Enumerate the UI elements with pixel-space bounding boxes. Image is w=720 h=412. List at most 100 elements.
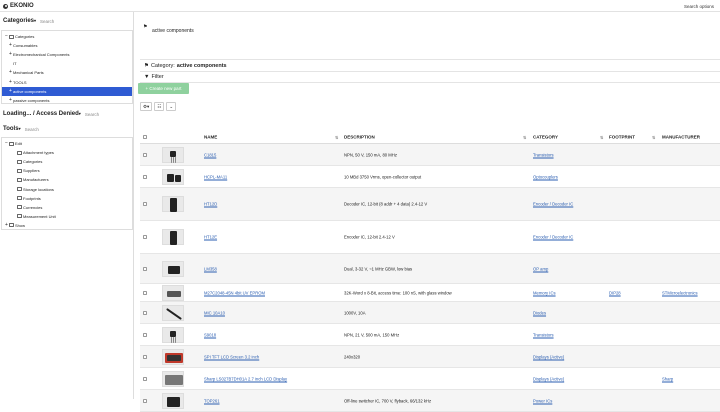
part-category-link[interactable]: Displays (Active) [533,354,564,359]
part-name-link[interactable]: C1815 [204,152,216,157]
part-thumbnail[interactable] [162,348,184,365]
table-row[interactable]: S9018 NPN, 21 V, 500 mA, 150 MHz Transisto… [140,324,720,346]
row-checkbox[interactable] [143,354,147,359]
row-checkbox[interactable] [143,266,147,271]
tree-item[interactable]: + TOOLS [2,78,132,87]
search-options-button[interactable]: Search options [684,4,714,9]
tree-item[interactable]: − Edit [2,139,132,148]
part-thumbnail[interactable] [162,304,184,321]
sort-icon[interactable]: ⇅ [600,135,603,140]
table-row[interactable]: HCPL-MA11 10 MBd 3750 Vrms, open-collecto… [140,166,720,188]
tree-item[interactable]: Measurement Unit [2,212,132,221]
row-checkbox[interactable] [143,376,147,381]
sort-icon[interactable]: ⇅ [652,135,655,140]
tree-item[interactable]: + Mechanical Parts [2,68,132,77]
tree-item[interactable]: Attachment types [2,148,132,157]
columns-dropdown[interactable]: ☷ [154,102,165,111]
part-name-link[interactable]: MIC 10A10 [204,310,225,315]
column-header-description[interactable]: DESCRIPTION [344,134,375,139]
part-category-link[interactable]: OP amp [533,266,548,271]
tree-item[interactable]: Currencies [2,203,132,212]
column-header-footprint[interactable]: FOOTPRINT [609,134,635,139]
part-footprint-link[interactable]: DIP28 [609,290,621,295]
part-thumbnail[interactable] [162,260,184,277]
tree-item[interactable]: Footprints [2,194,132,203]
page-size-dropdown[interactable]: ⌄ [166,102,177,111]
column-header-name[interactable]: NAME [204,134,217,139]
part-manufacturer-link[interactable]: STMicroelectronics [662,290,698,295]
part-category-link[interactable]: Encoder / Decoder IC [533,202,573,207]
tree-item[interactable]: + Consumables [2,41,132,50]
row-checkbox[interactable] [143,310,147,315]
tree-item[interactable]: + Show [2,221,132,230]
table-row[interactable]: SPI TFT LCD Screen 3.2 inch 240x320 Displa… [140,346,720,368]
select-all-checkbox[interactable] [143,134,147,139]
row-checkbox[interactable] [143,202,147,206]
part-name-link[interactable]: HT12E [204,235,217,240]
tree-item-label: Footprints [23,195,41,201]
table-row[interactable]: TOP261 Off-line switcher IC, 700 V, flyba… [140,390,720,412]
categories-dropdown[interactable]: Categories▾ [3,18,36,24]
part-thumbnail[interactable] [162,326,184,343]
table-row[interactable]: HT12E Encoder IC, 12-bit 2.4-12 V Encoder … [140,221,720,254]
part-name-link[interactable]: S9018 [204,332,216,337]
tree-item[interactable]: + active components [2,86,132,96]
part-category-link[interactable]: Transistors [533,332,554,337]
table-row[interactable]: M27C2048-45N 4bit UV EPROM 32K-Word x 8-B… [140,284,720,302]
part-thumbnail[interactable] [162,229,184,245]
tools-dropdown[interactable]: Tools▾ [3,126,21,132]
tree-item[interactable]: Categories [2,157,132,166]
part-manufacturer-link[interactable]: Sharp [662,376,673,381]
row-checkbox[interactable] [143,152,147,157]
filter-toggle[interactable]: ▼ Filter [140,71,720,83]
tree-item[interactable]: Storage locations [2,185,132,194]
part-name-link[interactable]: M27C2048-45N 4bit UV EPROM [204,290,265,295]
tree-item[interactable]: Suppliers [2,166,132,175]
part-name-link[interactable]: Sharp LS027B7DH01A 2.7 inch LCD Display [204,376,287,381]
part-category-link[interactable]: Encoder / Decoder IC [533,235,573,240]
part-thumbnail[interactable] [162,392,184,409]
tree-item[interactable]: − Categories [2,32,132,41]
part-category-link[interactable]: Displays (Active) [533,376,564,381]
tree-item-label: Suppliers [23,168,40,174]
part-thumbnail[interactable] [162,370,184,387]
row-checkbox[interactable] [143,332,147,337]
tools-search-input[interactable]: Search [25,127,39,132]
brand[interactable]: EKONIO [3,3,34,9]
part-category-link[interactable]: Diodes [533,310,546,315]
column-header-manufacturer[interactable]: MANUFACTURER [662,134,700,139]
row-checkbox[interactable] [143,235,147,239]
part-name-link[interactable]: LM358 [204,266,217,271]
column-header-category[interactable]: CATEGORY [533,134,558,139]
sort-icon[interactable]: ⇅ [523,135,526,140]
tree-item[interactable]: Manufacturers [2,175,132,184]
part-thumbnail[interactable] [162,284,184,301]
part-thumbnail[interactable] [162,146,184,163]
table-row[interactable]: HT12D Decoder IC, 12-bit (8 addr + 4 data… [140,188,720,221]
part-name-link[interactable]: SPI TFT LCD Screen 3.2 inch [204,354,259,359]
chevron-down-icon: ⌄ [169,103,174,109]
actions-dropdown[interactable]: ⚙ ▾ [140,102,153,111]
create-new-part-button[interactable]: + Create new part [138,83,189,94]
row-checkbox[interactable] [143,290,147,295]
loading-search-input[interactable]: Search [85,112,99,117]
part-thumbnail[interactable] [162,196,184,212]
table-row[interactable]: MIC 10A10 1000V, 10A Diodes [140,302,720,324]
loading-dropdown[interactable]: Loading... / Access Denied▾ [3,111,81,117]
tree-item[interactable]: + Electromechanical Components [2,50,132,59]
part-category-link[interactable]: Transistors [533,152,554,157]
tree-item[interactable]: IT [2,59,132,68]
part-category-link[interactable]: Optocouplers [533,174,558,179]
categories-search-input[interactable]: Search [40,19,54,24]
part-category-link[interactable]: Memory ICs [533,290,556,295]
table-row[interactable]: Sharp LS027B7DH01A 2.7 inch LCD Display D… [140,368,720,390]
row-checkbox[interactable] [143,174,147,179]
part-name-link[interactable]: HCPL-MA11 [204,174,227,179]
part-name-link[interactable]: HT12D [204,202,217,207]
tree-item[interactable]: + passive components [2,96,132,105]
table-row[interactable]: C1815 NPN, 50 V, 150 mA, 80 MHz Transistor… [140,144,720,166]
part-thumbnail[interactable] [162,168,184,185]
table-row[interactable]: LM358 Dual, 3-32 V, ~1 MHz GBW, low bias O… [140,254,720,284]
sort-icon[interactable]: ⇅ [335,135,338,140]
row-checkbox[interactable] [143,398,147,403]
